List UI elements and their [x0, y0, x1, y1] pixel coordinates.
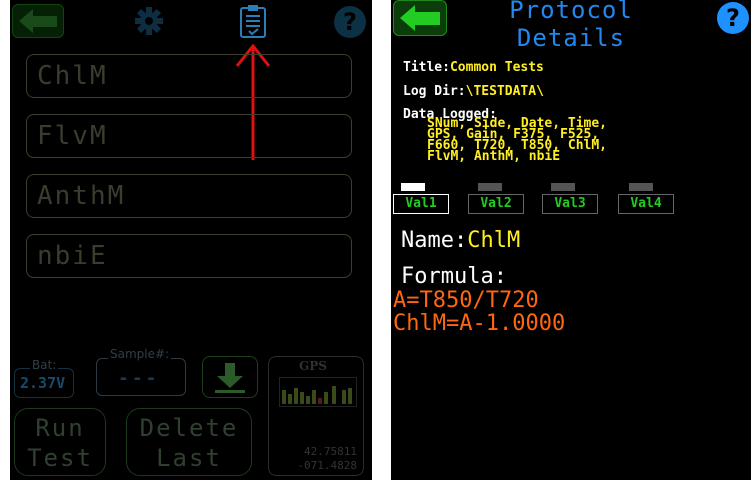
protocol-title-value: Common Tests	[449, 60, 544, 75]
gps-signal-bars	[279, 377, 357, 407]
help-button[interactable]: ?	[717, 2, 749, 34]
back-button[interactable]	[12, 4, 64, 38]
download-button[interactable]	[202, 356, 258, 398]
sample-label: Sample#:	[108, 347, 172, 361]
tab-val3-indicator	[551, 183, 575, 191]
tab-val1-indicator	[401, 183, 425, 191]
main-screen: ? ChlM FlvM AnthM nbiE Bat: 2.37V Sample…	[10, 0, 372, 480]
sample-value: ---	[118, 368, 160, 389]
tab-val4[interactable]: Val4	[618, 194, 674, 214]
run-test-line2: Test	[27, 444, 93, 472]
tab-val2[interactable]: Val2	[468, 194, 524, 214]
gps-longitude: -071.4828	[297, 459, 357, 472]
back-arrow-icon	[400, 5, 440, 31]
gps-panel: GPS 42.75811 -071.4828	[268, 356, 364, 476]
formula-label: Formula:	[401, 264, 507, 289]
back-arrow-icon	[19, 9, 57, 33]
help-icon: ?	[726, 4, 740, 32]
measurement-field-1[interactable]: ChlM	[26, 54, 352, 98]
delete-last-line2: Last	[156, 444, 222, 472]
settings-button[interactable]	[134, 6, 164, 36]
formula-line-1: A=T850/T720	[393, 288, 539, 313]
back-button[interactable]	[393, 0, 447, 36]
run-test-button[interactable]: Run Test	[14, 408, 106, 476]
gps-label: GPS	[299, 359, 327, 373]
battery-label: Bat:	[30, 358, 59, 372]
tab-val1[interactable]: Val1	[393, 194, 449, 214]
data-logged-list: SNum, Side, Date, Time, GPS, Gain, F375,…	[427, 117, 747, 163]
page-title-line2: Details	[516, 24, 626, 52]
tab-val2-indicator	[478, 183, 502, 191]
variable-name-value: ChlM	[467, 228, 521, 253]
log-dir-row: Log Dir:\TESTDATA\	[403, 84, 544, 99]
formula-line-2: ChlM=A-1.0000	[393, 311, 566, 336]
protocol-title-label: Title:	[403, 60, 450, 75]
measurement-field-3[interactable]: AnthM	[26, 174, 352, 218]
log-dir-value: \TESTDATA\	[465, 84, 544, 99]
protocol-details-button[interactable]	[239, 4, 267, 38]
delete-last-line1: Delete	[139, 414, 239, 442]
tab-val3[interactable]: Val3	[542, 194, 598, 214]
measurement-field-2[interactable]: FlvM	[26, 114, 352, 158]
run-test-line1: Run	[35, 414, 85, 442]
page-title: Protocol Details	[491, 0, 651, 52]
variable-name-label: Name:	[401, 228, 468, 253]
help-button[interactable]: ?	[334, 6, 366, 38]
help-icon: ?	[343, 8, 357, 36]
gear-icon	[135, 7, 163, 35]
log-dir-label: Log Dir:	[403, 84, 466, 99]
clipboard-icon	[240, 5, 266, 38]
measurement-field-4[interactable]: nbiE	[26, 234, 352, 278]
gps-latitude: 42.75811	[304, 445, 357, 458]
download-icon	[215, 363, 245, 393]
protocol-details-screen: Protocol Details ? Title:Common Tests Lo…	[391, 0, 751, 480]
battery-value: 2.37V	[20, 374, 66, 392]
page-title-line1: Protocol	[509, 0, 633, 24]
protocol-title-row: Title:Common Tests	[403, 60, 544, 75]
tab-val4-indicator	[629, 183, 653, 191]
delete-last-button[interactable]: Delete Last	[126, 408, 252, 476]
variable-name-row: Name:ChlM	[401, 228, 520, 253]
